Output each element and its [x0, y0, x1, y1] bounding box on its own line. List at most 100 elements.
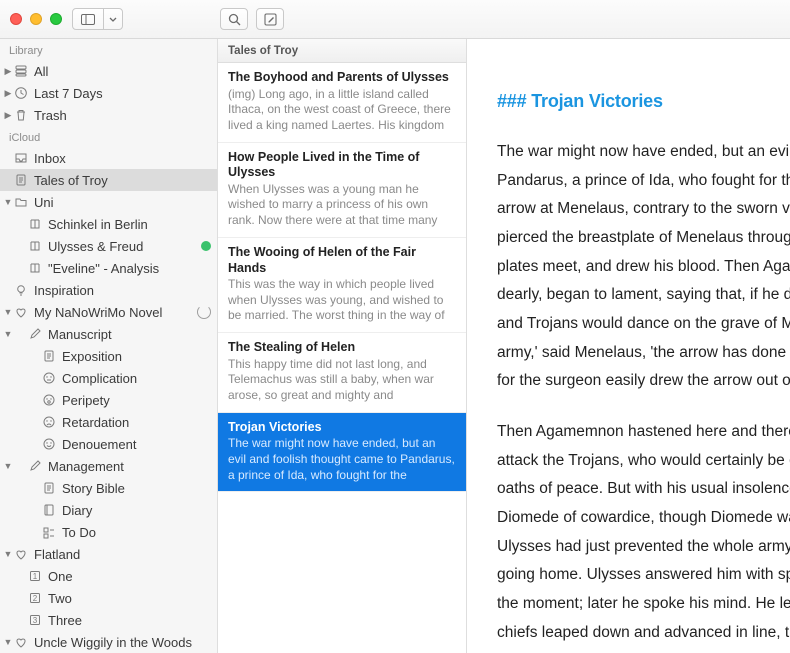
- sidebar-item[interactable]: ▼ Uncle Wiggily in the Woods: [0, 631, 217, 653]
- sidebar-item[interactable]: Complication: [0, 367, 217, 389]
- sidebar-item[interactable]: ▼ Manuscript: [0, 323, 217, 345]
- sidebar-dropdown-button[interactable]: [103, 8, 123, 30]
- sidebar-item[interactable]: Schinkel in Berlin: [0, 213, 217, 235]
- editor-paragraph[interactable]: The war might now have ended, but an evi…: [497, 138, 790, 396]
- new-note-button[interactable]: [256, 8, 284, 30]
- sidebar-item[interactable]: Peripety: [0, 389, 217, 411]
- sheet-icon: [41, 481, 57, 495]
- sidebar-section-title: Library: [0, 39, 217, 60]
- sidebar-item-label: My NaNoWriMo Novel: [34, 305, 197, 320]
- sidebar-item[interactable]: Denouement: [0, 433, 217, 455]
- note-title: How People Lived in the Time of Ulysses: [228, 150, 456, 181]
- editor-body[interactable]: The war might now have ended, but an evi…: [497, 138, 790, 653]
- editor-paragraph[interactable]: Then Agamemnon hastened here and thereat…: [497, 418, 790, 653]
- sidebar-item[interactable]: Inspiration: [0, 279, 217, 301]
- sidebar-item[interactable]: Inbox: [0, 147, 217, 169]
- sidebar: Library▶All▶Last 7 Days▶TrashiCloudInbox…: [0, 39, 218, 653]
- sidebar-item-label: Flatland: [34, 547, 211, 562]
- sidebar-item-label: Last 7 Days: [34, 86, 211, 101]
- sidebar-item-label: Schinkel in Berlin: [48, 217, 211, 232]
- clock-icon: [13, 86, 29, 100]
- sheet-icon: [13, 173, 29, 187]
- sidebar-item[interactable]: Exposition: [0, 345, 217, 367]
- sheet-icon: [41, 349, 57, 363]
- face-surprise-icon: [41, 393, 57, 407]
- sidebar-item[interactable]: Ulysses & Freud: [0, 235, 217, 257]
- diary-icon: [41, 503, 57, 517]
- sidebar-item[interactable]: Tales of Troy: [0, 169, 217, 191]
- sidebar-item[interactable]: Diary: [0, 499, 217, 521]
- heart-icon: [13, 547, 29, 561]
- book-icon: [27, 217, 43, 231]
- status-dot-icon: [201, 241, 211, 251]
- sidebar-toggle-button[interactable]: [72, 8, 104, 30]
- disclosure-triangle-icon[interactable]: ▼: [3, 329, 13, 339]
- sidebar-item-label: Diary: [62, 503, 211, 518]
- book-icon: [27, 261, 43, 275]
- sidebar-item-label: All: [34, 64, 211, 79]
- sidebar-item[interactable]: ▶ Trash: [0, 104, 217, 126]
- close-window-button[interactable]: [10, 13, 22, 25]
- sidebar-item[interactable]: 3Three: [0, 609, 217, 631]
- note-list-item[interactable]: The Wooing of Helen of the Fair HandsThi…: [218, 238, 466, 333]
- num3-icon: 3: [27, 613, 43, 627]
- note-list-item[interactable]: Trojan VictoriesThe war might now have e…: [218, 413, 466, 493]
- sidebar-item-label: Denouement: [62, 437, 211, 452]
- note-title: Trojan Victories: [228, 420, 456, 436]
- sidebar-item-label: Peripety: [62, 393, 211, 408]
- sidebar-item-label: Uncle Wiggily in the Woods: [34, 635, 211, 650]
- sidebar-item-label: Two: [48, 591, 211, 606]
- sidebar-item[interactable]: ▼Uni: [0, 191, 217, 213]
- sidebar-item[interactable]: 1One: [0, 565, 217, 587]
- disclosure-triangle-icon[interactable]: ▼: [3, 637, 13, 647]
- sidebar-item-label: Inspiration: [34, 283, 211, 298]
- sidebar-item-label: Tales of Troy: [34, 173, 211, 188]
- disclosure-triangle-icon[interactable]: ▼: [3, 197, 13, 207]
- disclosure-triangle-icon[interactable]: ▼: [3, 307, 13, 317]
- note-list-item[interactable]: How People Lived in the Time of UlyssesW…: [218, 143, 466, 238]
- editor-pane[interactable]: ### Trojan Victories The war might now h…: [467, 39, 790, 653]
- folder-icon: [13, 195, 29, 209]
- sidebar-item-label: To Do: [62, 525, 211, 540]
- sidebar-item-label: Exposition: [62, 349, 211, 364]
- disclosure-triangle-icon[interactable]: ▶: [3, 66, 13, 77]
- sync-progress-icon: [197, 305, 211, 319]
- search-button[interactable]: [220, 8, 248, 30]
- disclosure-triangle-icon[interactable]: ▶: [3, 110, 13, 121]
- sidebar-item-label: Manuscript: [48, 327, 211, 342]
- note-list-item[interactable]: The Boyhood and Parents of Ulysses(img) …: [218, 63, 466, 143]
- sidebar-item[interactable]: "Eveline" - Analysis: [0, 257, 217, 279]
- note-preview: (img) Long ago, in a little island calle…: [228, 87, 456, 134]
- svg-text:2: 2: [33, 594, 38, 603]
- note-title: The Boyhood and Parents of Ulysses: [228, 70, 456, 86]
- minimize-window-button[interactable]: [30, 13, 42, 25]
- disclosure-triangle-icon[interactable]: ▼: [3, 461, 13, 471]
- sidebar-item[interactable]: ▼ Management: [0, 455, 217, 477]
- sidebar-item[interactable]: 2 Two: [0, 587, 217, 609]
- note-list-item[interactable]: The Stealing of HelenThis happy time did…: [218, 333, 466, 413]
- sidebar-item-label: Retardation: [62, 415, 211, 430]
- sidebar-item-label: Trash: [34, 108, 211, 123]
- face-neutral-icon: [41, 371, 57, 385]
- sidebar-item[interactable]: Retardation: [0, 411, 217, 433]
- face-down-icon: [41, 415, 57, 429]
- num1-icon: 1: [27, 569, 43, 583]
- disclosure-triangle-icon[interactable]: ▶: [3, 88, 13, 99]
- svg-text:3: 3: [33, 616, 38, 625]
- sidebar-item-label: Story Bible: [62, 481, 211, 496]
- note-preview: When Ulysses was a young man he wished t…: [228, 182, 456, 229]
- sidebar-item[interactable]: ▶ Last 7 Days: [0, 82, 217, 104]
- note-list: Tales of Troy The Boyhood and Parents of…: [218, 39, 467, 653]
- maximize-window-button[interactable]: [50, 13, 62, 25]
- note-preview: This was the way in which people lived w…: [228, 277, 456, 324]
- disclosure-triangle-icon[interactable]: ▼: [3, 549, 13, 559]
- stack-icon: [13, 64, 29, 78]
- sidebar-item-label: Management: [48, 459, 211, 474]
- todo-icon: [41, 525, 57, 539]
- sidebar-item[interactable]: Story Bible: [0, 477, 217, 499]
- sidebar-item[interactable]: ▼ Flatland: [0, 543, 217, 565]
- sidebar-item[interactable]: To Do: [0, 521, 217, 543]
- sidebar-item[interactable]: ▼ My NaNoWriMo Novel: [0, 301, 217, 323]
- sidebar-item[interactable]: ▶ All: [0, 60, 217, 82]
- note-list-header: Tales of Troy: [218, 39, 466, 63]
